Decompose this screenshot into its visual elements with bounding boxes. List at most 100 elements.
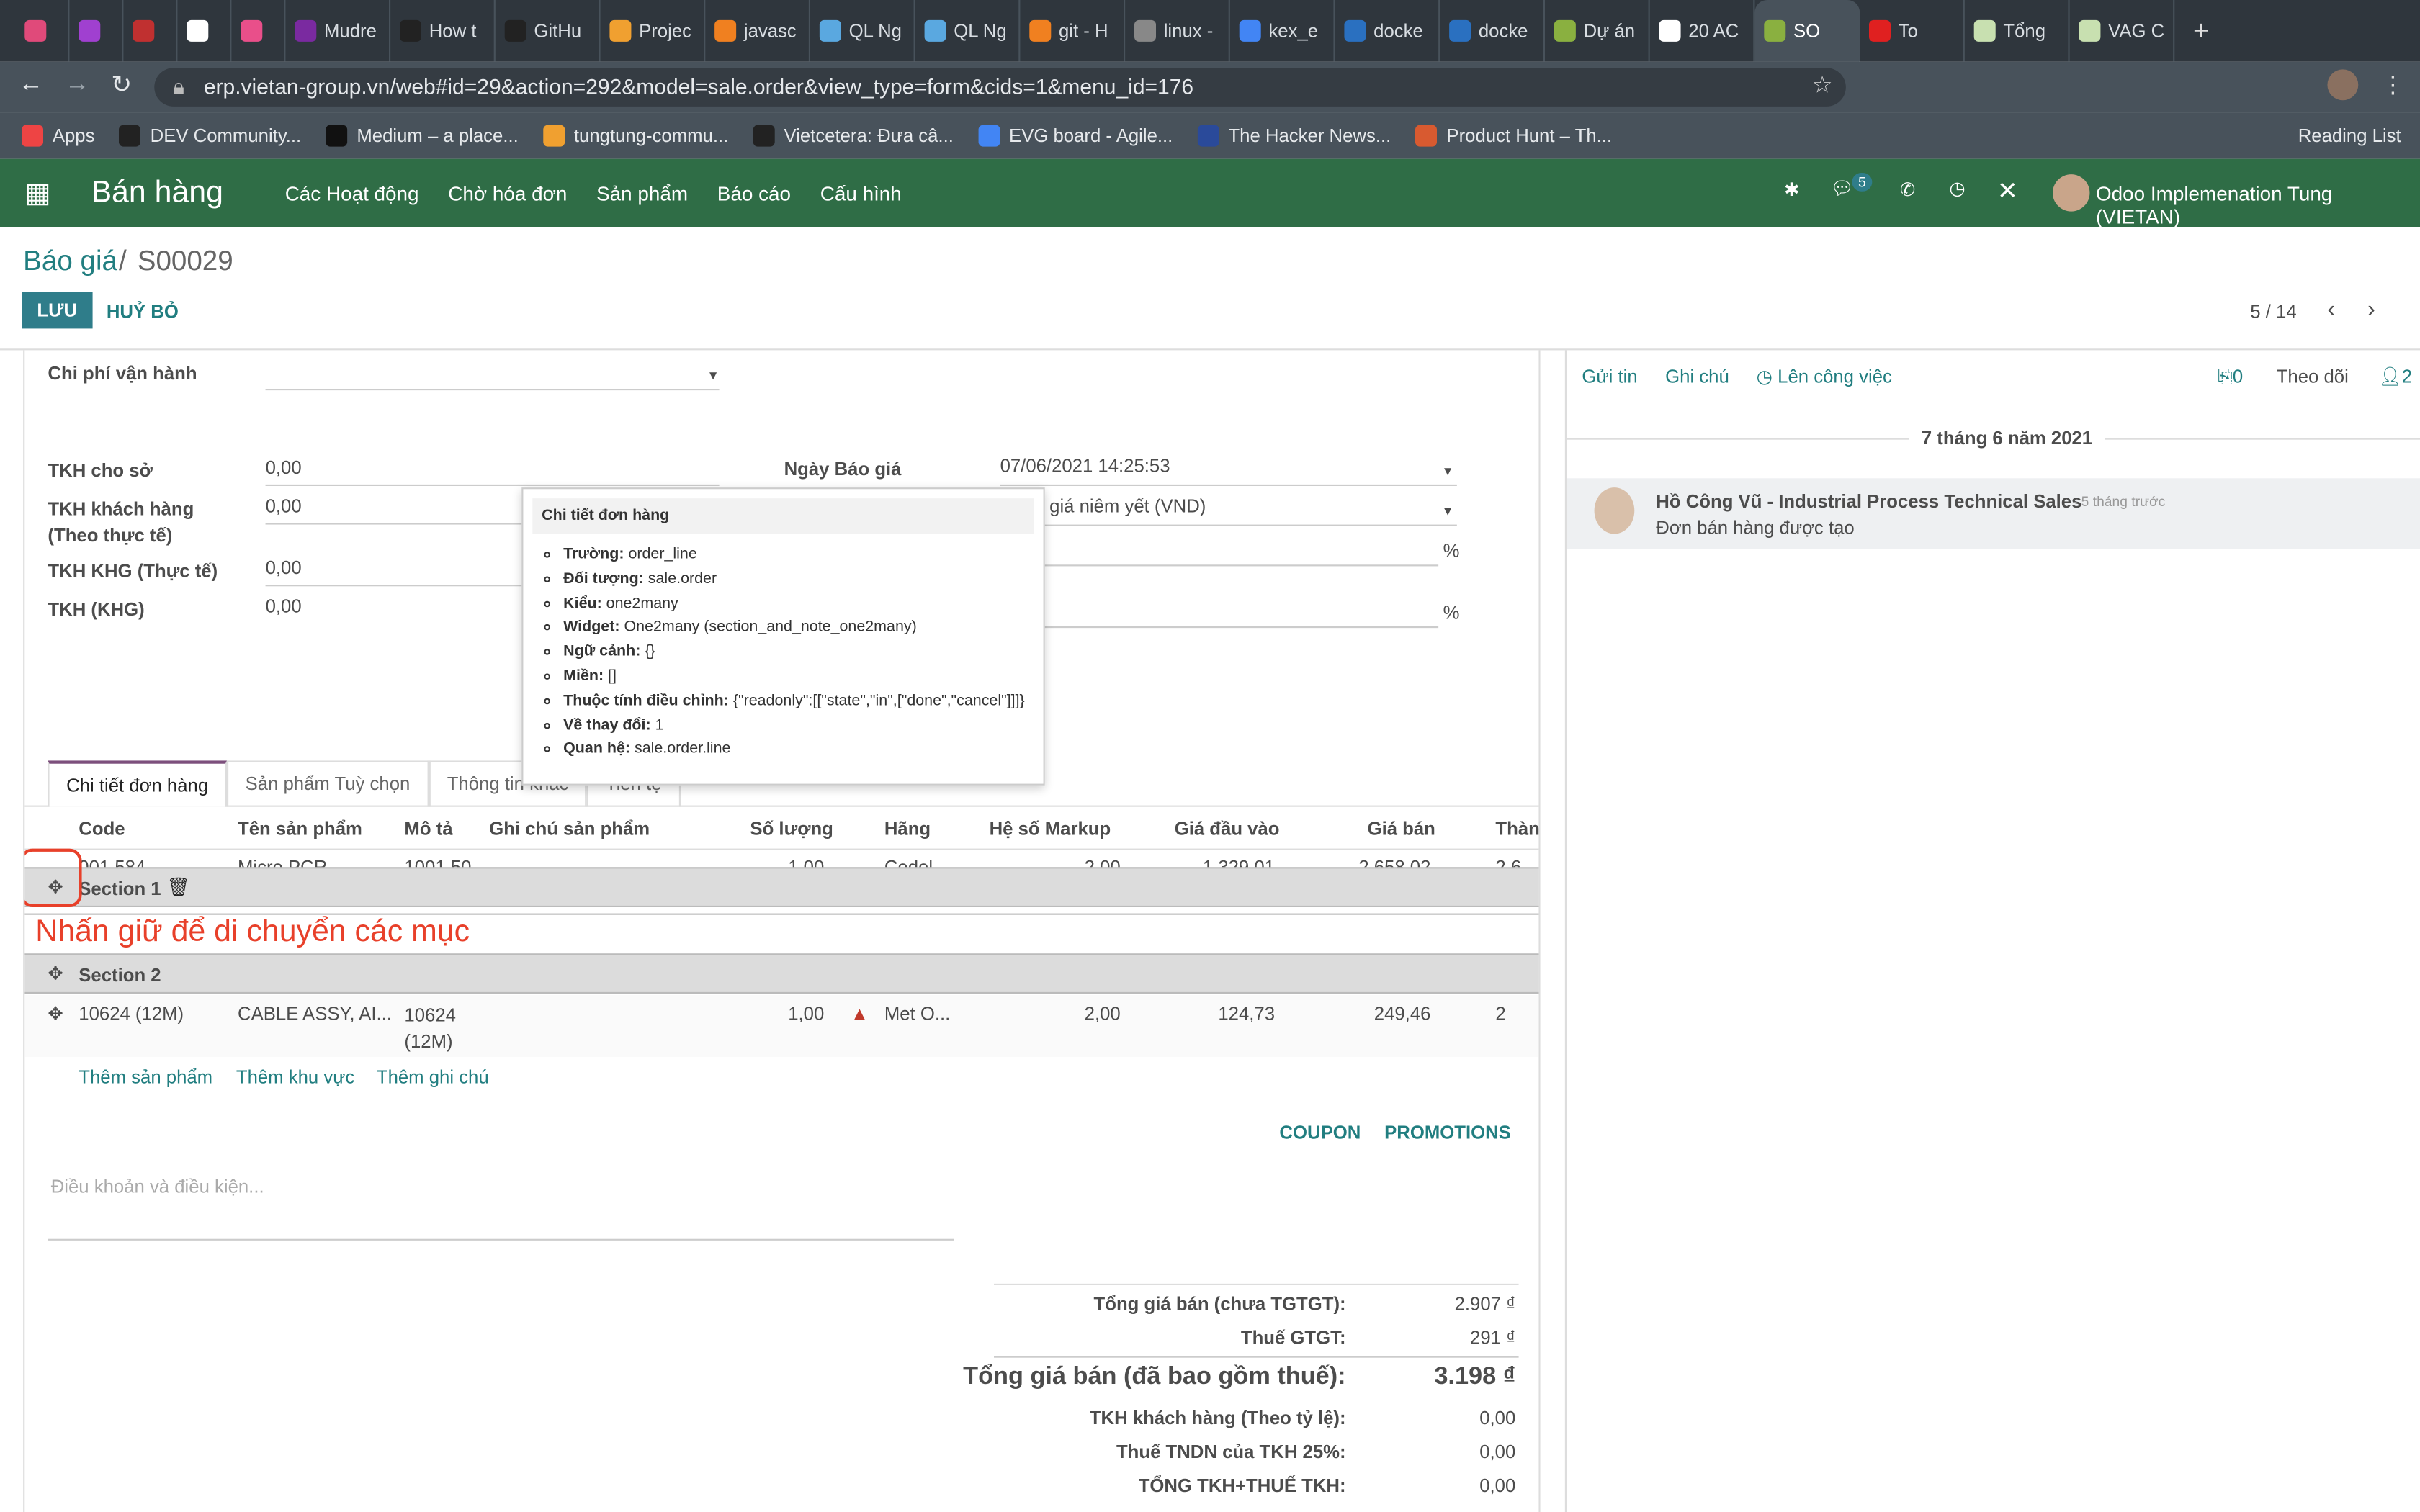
favicon-icon [241,19,263,42]
tooltip-key: Về thay đổi: [563,716,651,734]
url-input[interactable]: 🔒︎ erp.vietan-group.vn/web#id=29&action=2… [154,68,1846,107]
menu-icon[interactable]: ⋮ [2381,71,2404,99]
bookmark-item[interactable]: tungtung-commu... [543,125,728,147]
nav-menu-item[interactable]: Cấu hình [820,181,902,204]
notebook-tab[interactable]: Sản phẩm Tuỳ chọn [226,760,429,807]
add-line-link[interactable]: Thêm khu vực [236,1066,354,1088]
browser-tab[interactable]: Dự án [1545,0,1650,62]
bookmark-item[interactable]: EVG board - Agile... [978,125,1173,147]
browser-tab[interactable] [231,0,286,62]
close-tools-icon[interactable]: ✕ [1997,176,2018,207]
apps-grid-icon[interactable]: ▦ [24,176,50,209]
reading-list[interactable]: Reading List [2298,125,2401,147]
follow-button[interactable]: Theo dõi [2277,366,2349,387]
favicon-icon [714,19,737,42]
followers-button[interactable]: 👤︎2 [2378,366,2412,387]
log-note-button[interactable]: Ghi chú [1665,366,1729,387]
nav-menu-item[interactable]: Các Hoạt động [285,181,419,204]
browser-tab[interactable]: Projec [601,0,706,62]
send-message-button[interactable]: Gửi tin [1582,366,1637,387]
pager-value[interactable]: 5 / 14 [2250,301,2296,323]
notebook-tab[interactable]: Chi tiết đơn hàng [48,760,227,807]
nav-menu-item[interactable]: Sản phẩm [596,181,688,204]
field-input[interactable]: 0,00 [265,456,720,486]
section-row[interactable]: ✥ Section 1 🗑︎ [24,867,1539,907]
field-label: TKH cho sở [48,459,153,482]
star-icon[interactable]: ☆ [1812,71,1833,99]
trash-icon[interactable]: 🗑︎ [166,876,190,898]
browser-tab[interactable]: linux - [1125,0,1230,62]
reload-icon[interactable]: ↻ [111,69,132,100]
browser-tab[interactable] [177,0,232,62]
browser-tab[interactable]: How t [390,0,496,62]
message-author[interactable]: Hồ Công Vũ - Industrial Process Technica… [1656,490,2081,512]
user-avatar[interactable] [2053,174,2090,212]
bookmark-item[interactable]: The Hacker News... [1197,125,1392,147]
browser-tab[interactable]: Tổng [1965,0,2070,62]
bookmark-item[interactable]: DEV Community... [119,125,301,147]
browser-tab[interactable]: SO [1754,0,1860,62]
drag-handle-icon[interactable]: ✥ [48,1003,63,1025]
breadcrumb-parent[interactable]: Báo giá [23,246,117,278]
bookmark-item[interactable]: Product Hunt – Th... [1415,125,1612,147]
browser-tab[interactable]: kex_e [1230,0,1335,62]
table-cell: Giá bán [1367,817,1435,840]
browser-tab[interactable]: javasc [705,0,810,62]
bookmark-item[interactable]: Vietcetera: Đưa câ... [753,125,954,147]
nav-menu-item[interactable]: Báo cáo [717,181,791,204]
tooltip-key: Ngữ cảnh: [563,643,641,661]
browser-tab[interactable]: QL Ng [915,0,1021,62]
table-row[interactable]: 001.584 Micro PCR 1001.50 1,00 Cedel 2,00 1.32… [24,850,1538,868]
browser-tab[interactable]: 20 AC [1650,0,1755,62]
schedule-activity-button[interactable]: ◷ Lên công việc [1757,366,1892,387]
add-line-link[interactable]: Thêm sản phẩm [79,1066,212,1088]
discard-button[interactable]: HUỶ BỎ [107,301,179,323]
field-label: TKH KHG (Thực tế) [48,559,218,582]
clock-icon[interactable]: ◷ [1949,177,1965,199]
percent-input[interactable] [1000,536,1439,567]
bookmark-icon [753,125,775,147]
forward-icon[interactable]: → [65,71,89,99]
table-row[interactable]: ✥ ▲ 10624 (12M) CABLE ASSY, AI... 10624 (12M… [24,995,1539,1057]
browser-tab[interactable]: To [1860,0,1965,62]
percent-input[interactable] [1000,597,1439,629]
save-button[interactable]: LƯU [22,292,93,329]
section-row[interactable]: ✥ Section 2 [24,953,1539,994]
terms-input[interactable]: Điều khoản và điều kiện... [48,1171,954,1241]
attachments-button[interactable]: ⎘0 [2218,366,2243,389]
bookmark-label: The Hacker News... [1228,125,1392,147]
browser-tab[interactable]: docke [1440,0,1545,62]
user-name[interactable]: Odoo Implemenation Tung (VIETAN) [2096,182,2420,228]
operating-cost-select[interactable]: ▼ [265,359,720,391]
author-avatar[interactable] [1594,487,1635,534]
messages-icon[interactable]: 💬︎ [1830,177,1854,199]
tooltip-item: Miền: [] [563,665,1043,690]
pager-prev-icon[interactable]: ‹ [2327,296,2335,322]
bookmark-item[interactable]: Apps [22,125,94,147]
browser-tab[interactable] [123,0,178,62]
promotions-button[interactable]: PROMOTIONS [1384,1122,1511,1143]
nav-menu-item[interactable]: Chờ hóa đơn [448,181,567,204]
browser-tab[interactable] [69,0,124,62]
browser-tab[interactable] [15,0,70,62]
forecast-chart-icon[interactable]: ▲ [851,1003,869,1025]
new-tab-icon[interactable]: + [2193,14,2210,47]
browser-tab[interactable]: GitHu [496,0,601,62]
coupon-button[interactable]: COUPON [1279,1122,1361,1143]
bug-icon[interactable]: ✱ [1784,179,1800,201]
browser-tab[interactable]: VAG C [2070,0,2175,62]
phone-icon[interactable]: ✆ [1900,179,1916,201]
browser-tab[interactable]: docke [1335,0,1440,62]
add-line-link[interactable]: Thêm ghi chú [377,1066,489,1088]
browser-tab[interactable]: Mudre [285,0,391,62]
bookmark-item[interactable]: Medium – a place... [326,125,519,147]
profile-avatar[interactable] [2327,69,2359,101]
app-brand[interactable]: Bán hàng [91,175,223,210]
quotation-date-input[interactable]: 07/06/2021 14:25:53 ▼ [1000,455,1457,486]
browser-tab[interactable]: QL Ng [810,0,915,62]
pager-next-icon[interactable]: › [2367,296,2375,322]
browser-tab[interactable]: git - H [1020,0,1126,62]
back-icon[interactable]: ← [19,71,43,99]
drag-handle-icon[interactable]: ✥ [48,963,63,984]
pricelist-select[interactable]: giá niêm yết (VND) ▼ [1000,495,1457,526]
